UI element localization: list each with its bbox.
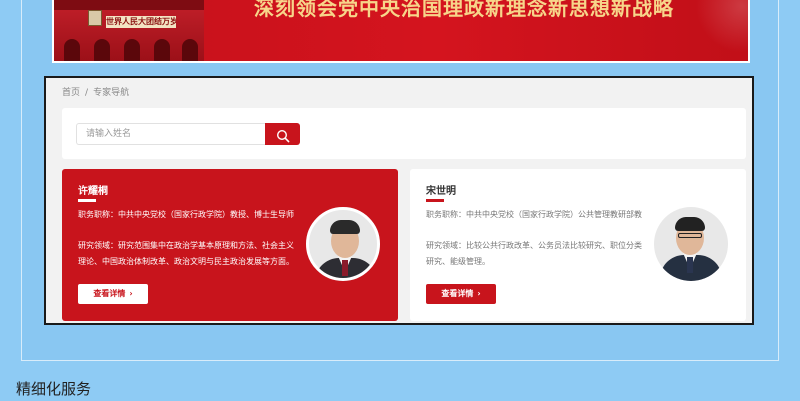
expert-title: 职务职称：中共中央党校（国家行政学院）教授、博士生导师 (78, 210, 294, 219)
breadcrumb: 首页 / 专家导航 (62, 85, 129, 98)
search-icon (276, 129, 289, 143)
expert-research-field: 研究领域：研究范围集中在政治学基本原理和方法、社会主义理论、中国政治体制改革、政… (78, 241, 294, 266)
expert-card[interactable]: 宋世明 职务职称：中共中央党校（国家行政学院）公共管理教研部教 研究领域：比较公… (410, 169, 746, 321)
chevron-right-icon: › (129, 289, 133, 298)
expert-name: 许耀桐 (78, 186, 108, 197)
expert-avatar (306, 207, 380, 281)
banner-slogan: 深刻领会党中央治国理政新理念新思想新战略 (254, 0, 674, 20)
breadcrumb-separator: / (85, 88, 89, 98)
name-underline (426, 199, 444, 202)
tiananmen-image: 世界人民大团结万岁 (54, 0, 204, 61)
section-title: 精细化服务 (16, 380, 92, 398)
search-input[interactable] (76, 123, 266, 145)
view-details-button[interactable]: 查看详情 › (78, 284, 148, 304)
name-underline (78, 199, 96, 202)
chevron-right-icon: › (477, 289, 481, 298)
gate-plaque: 世界人民大团结万岁 (106, 16, 176, 28)
expert-navigation-frame: 首页 / 专家导航 许耀桐 职务职称：中共中央党校（国家行政学院）教授、博士生导师 … (44, 76, 754, 325)
view-details-label: 查看详情 (93, 289, 126, 298)
view-details-label: 查看详情 (441, 289, 474, 298)
search-button[interactable] (265, 123, 300, 145)
expert-avatar (654, 207, 728, 281)
breadcrumb-home[interactable]: 首页 (62, 88, 80, 98)
expert-card[interactable]: 许耀桐 职务职称：中共中央党校（国家行政学院）教授、博士生导师 研究领域：研究范… (62, 169, 398, 321)
top-banner[interactable]: 世界人民大团结万岁 深刻领会党中央治国理政新理念新思想新战略 (52, 0, 750, 63)
breadcrumb-current: 专家导航 (93, 88, 130, 98)
expert-name: 宋世明 (426, 186, 456, 197)
expert-research-field: 研究领域：比较公共行政改革、公务员法比较研究、职位分类研究、能级管理。 (426, 241, 642, 266)
view-details-button[interactable]: 查看详情 › (426, 284, 496, 304)
search-bar (62, 108, 746, 159)
portrait-image (88, 10, 102, 26)
expert-title: 职务职称：中共中央党校（国家行政学院）公共管理教研部教 (426, 210, 642, 219)
